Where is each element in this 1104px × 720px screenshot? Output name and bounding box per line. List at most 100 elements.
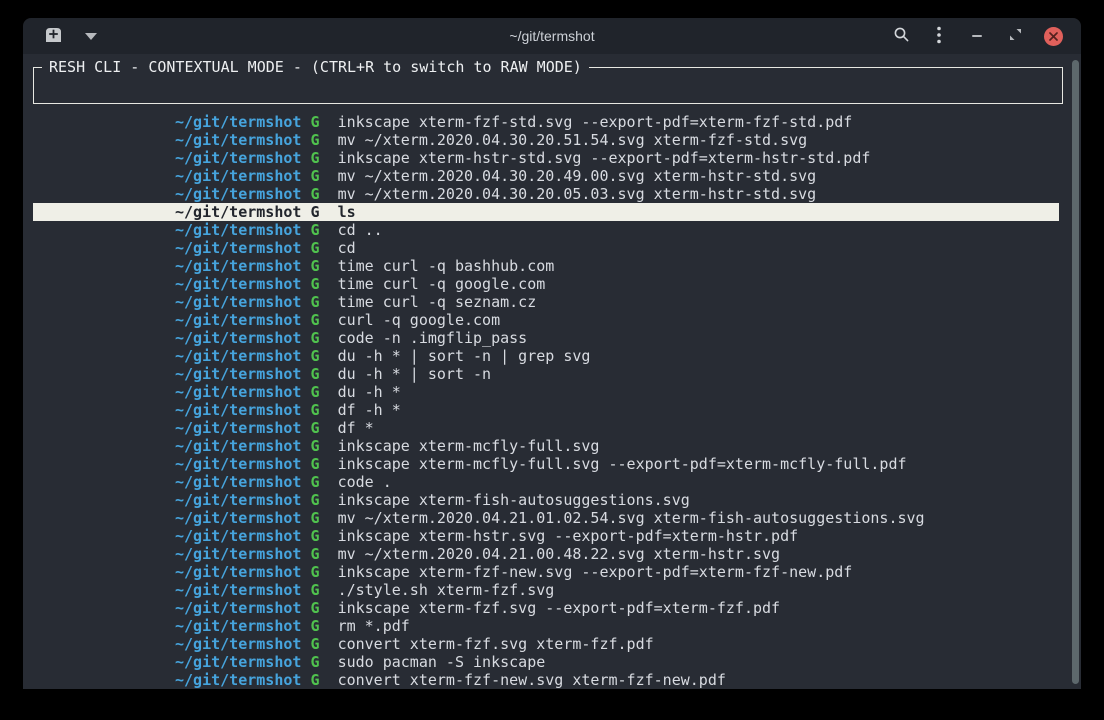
history-row[interactable]: ~/git/termshot G time curl -q seznam.cz bbox=[33, 293, 1059, 311]
history-path: ~/git/termshot bbox=[175, 473, 301, 491]
git-branch-indicator: G bbox=[301, 293, 337, 311]
git-branch-indicator: G bbox=[301, 581, 337, 599]
history-path: ~/git/termshot bbox=[175, 491, 301, 509]
history-path: ~/git/termshot bbox=[175, 617, 301, 635]
git-branch-indicator: G bbox=[301, 437, 337, 455]
history-row[interactable]: ~/git/termshot G convert xterm-fzf.svg x… bbox=[33, 635, 1059, 653]
history-command: convert xterm-fzf.svg xterm-fzf.pdf bbox=[338, 635, 654, 653]
restore-icon bbox=[1009, 28, 1022, 44]
history-path: ~/git/termshot bbox=[175, 437, 301, 455]
history-command: inkscape xterm-hstr-std.svg --export-pdf… bbox=[338, 149, 871, 167]
restore-button[interactable] bbox=[1003, 24, 1027, 48]
history-command: rm *.pdf bbox=[338, 617, 410, 635]
history-row[interactable]: ~/git/termshot G mv ~/xterm.2020.04.21.0… bbox=[33, 509, 1059, 527]
history-row[interactable]: ~/git/termshot G inkscape xterm-fzf-std.… bbox=[33, 113, 1059, 131]
history-command: convert xterm-fzf-new.svg xterm-fzf-new.… bbox=[338, 671, 726, 689]
history-command: ./style.sh xterm-fzf.svg bbox=[338, 581, 555, 599]
history-command: curl -q google.com bbox=[338, 311, 501, 329]
titlebar: ~/git/termshot bbox=[23, 18, 1081, 54]
terminal-content: RESH CLI - CONTEXTUAL MODE - (CTRL+R to … bbox=[23, 54, 1081, 689]
git-branch-indicator: G bbox=[301, 527, 337, 545]
history-path: ~/git/termshot bbox=[175, 365, 301, 383]
search-icon bbox=[893, 26, 910, 46]
git-branch-indicator: G bbox=[301, 239, 337, 257]
git-branch-indicator: G bbox=[301, 347, 337, 365]
git-branch-indicator: G bbox=[301, 185, 337, 203]
history-row[interactable]: ~/git/termshot G mv ~/xterm.2020.04.30.2… bbox=[33, 185, 1059, 203]
history-row[interactable]: ~/git/termshot G code -n .imgflip_pass bbox=[33, 329, 1059, 347]
minimize-button[interactable] bbox=[965, 24, 989, 48]
history-path: ~/git/termshot bbox=[175, 203, 301, 221]
history-row[interactable]: ~/git/termshot G mv ~/xterm.2020.04.30.2… bbox=[33, 131, 1059, 149]
git-branch-indicator: G bbox=[301, 257, 337, 275]
history-row[interactable]: ~/git/termshot G df * bbox=[33, 419, 1059, 437]
history-path: ~/git/termshot bbox=[175, 347, 301, 365]
git-branch-indicator: G bbox=[301, 455, 337, 473]
git-branch-indicator: G bbox=[301, 491, 337, 509]
git-branch-indicator: G bbox=[301, 545, 337, 563]
history-row[interactable]: ~/git/termshot G inkscape xterm-hstr.svg… bbox=[33, 527, 1059, 545]
history-row[interactable]: ~/git/termshot G ./style.sh xterm-fzf.sv… bbox=[33, 581, 1059, 599]
history-command: time curl -q seznam.cz bbox=[338, 293, 537, 311]
resh-query-input[interactable] bbox=[42, 80, 1054, 98]
history-row[interactable]: ~/git/termshot G ls bbox=[33, 203, 1059, 221]
history-command: cd .. bbox=[338, 221, 383, 239]
git-branch-indicator: G bbox=[301, 599, 337, 617]
history-row[interactable]: ~/git/termshot G mv ~/xterm.2020.04.21.0… bbox=[33, 545, 1059, 563]
history-command: code . bbox=[338, 473, 392, 491]
history-row[interactable]: ~/git/termshot G inkscape xterm-fish-aut… bbox=[33, 491, 1059, 509]
history-row[interactable]: ~/git/termshot G du -h * | sort -n | gre… bbox=[33, 347, 1059, 365]
history-row[interactable]: ~/git/termshot G inkscape xterm-hstr-std… bbox=[33, 149, 1059, 167]
history-path: ~/git/termshot bbox=[175, 401, 301, 419]
history-row[interactable]: ~/git/termshot G sudo pacman -S inkscape bbox=[33, 653, 1059, 671]
history-command: mv ~/xterm.2020.04.21.01.02.54.svg xterm… bbox=[338, 509, 925, 527]
git-branch-indicator: G bbox=[301, 221, 337, 239]
history-command: inkscape xterm-fzf-new.svg --export-pdf=… bbox=[338, 563, 853, 581]
history-command: du -h * | sort -n | grep svg bbox=[338, 347, 591, 365]
history-row[interactable]: ~/git/termshot G inkscape xterm-fzf.svg … bbox=[33, 599, 1059, 617]
history-command: inkscape xterm-fzf-std.svg --export-pdf=… bbox=[338, 113, 853, 131]
history-row[interactable]: ~/git/termshot G inkscape xterm-mcfly-fu… bbox=[33, 455, 1059, 473]
history-command: mv ~/xterm.2020.04.30.20.49.00.svg xterm… bbox=[338, 167, 817, 185]
scrollbar-thumb[interactable] bbox=[1072, 60, 1079, 684]
history-command: cd bbox=[338, 239, 356, 257]
history-command: inkscape xterm-fzf.svg --export-pdf=xter… bbox=[338, 599, 781, 617]
history-path: ~/git/termshot bbox=[175, 221, 301, 239]
git-branch-indicator: G bbox=[301, 167, 337, 185]
history-row[interactable]: ~/git/termshot G time curl -q google.com bbox=[33, 275, 1059, 293]
history-path: ~/git/termshot bbox=[175, 671, 301, 689]
history-row[interactable]: ~/git/termshot G curl -q google.com bbox=[33, 311, 1059, 329]
history-row[interactable]: ~/git/termshot G mv ~/xterm.2020.04.30.2… bbox=[33, 167, 1059, 185]
tab-dropdown-button[interactable] bbox=[79, 24, 103, 48]
history-row[interactable]: ~/git/termshot G inkscape xterm-mcfly-fu… bbox=[33, 437, 1059, 455]
history-path: ~/git/termshot bbox=[175, 383, 301, 401]
git-branch-indicator: G bbox=[301, 131, 337, 149]
history-row[interactable]: ~/git/termshot G cd bbox=[33, 239, 1059, 257]
history-row[interactable]: ~/git/termshot G code . bbox=[33, 473, 1059, 491]
history-row[interactable]: ~/git/termshot G time curl -q bashhub.co… bbox=[33, 257, 1059, 275]
kebab-menu-icon bbox=[937, 26, 941, 47]
menu-button[interactable] bbox=[927, 24, 951, 48]
git-branch-indicator: G bbox=[301, 383, 337, 401]
git-branch-indicator: G bbox=[301, 509, 337, 527]
git-branch-indicator: G bbox=[301, 419, 337, 437]
git-branch-indicator: G bbox=[301, 203, 337, 221]
history-row[interactable]: ~/git/termshot G rm *.pdf bbox=[33, 617, 1059, 635]
history-path: ~/git/termshot bbox=[175, 311, 301, 329]
history-row[interactable]: ~/git/termshot G convert xterm-fzf-new.s… bbox=[33, 671, 1059, 689]
history-row[interactable]: ~/git/termshot G df -h * bbox=[33, 401, 1059, 419]
history-row[interactable]: ~/git/termshot G du -h * bbox=[33, 383, 1059, 401]
new-tab-button[interactable] bbox=[41, 24, 65, 48]
history-row[interactable]: ~/git/termshot G cd .. bbox=[33, 221, 1059, 239]
history-path: ~/git/termshot bbox=[175, 293, 301, 311]
history-path: ~/git/termshot bbox=[175, 653, 301, 671]
close-icon bbox=[1044, 27, 1063, 46]
history-row[interactable]: ~/git/termshot G du -h * | sort -n bbox=[33, 365, 1059, 383]
search-button[interactable] bbox=[889, 24, 913, 48]
close-button[interactable] bbox=[1041, 24, 1065, 48]
history-command: inkscape xterm-mcfly-full.svg --export-p… bbox=[338, 455, 907, 473]
history-path: ~/git/termshot bbox=[175, 257, 301, 275]
history-row[interactable]: ~/git/termshot G inkscape xterm-fzf-new.… bbox=[33, 563, 1059, 581]
history-path: ~/git/termshot bbox=[175, 509, 301, 527]
history-path: ~/git/termshot bbox=[175, 527, 301, 545]
